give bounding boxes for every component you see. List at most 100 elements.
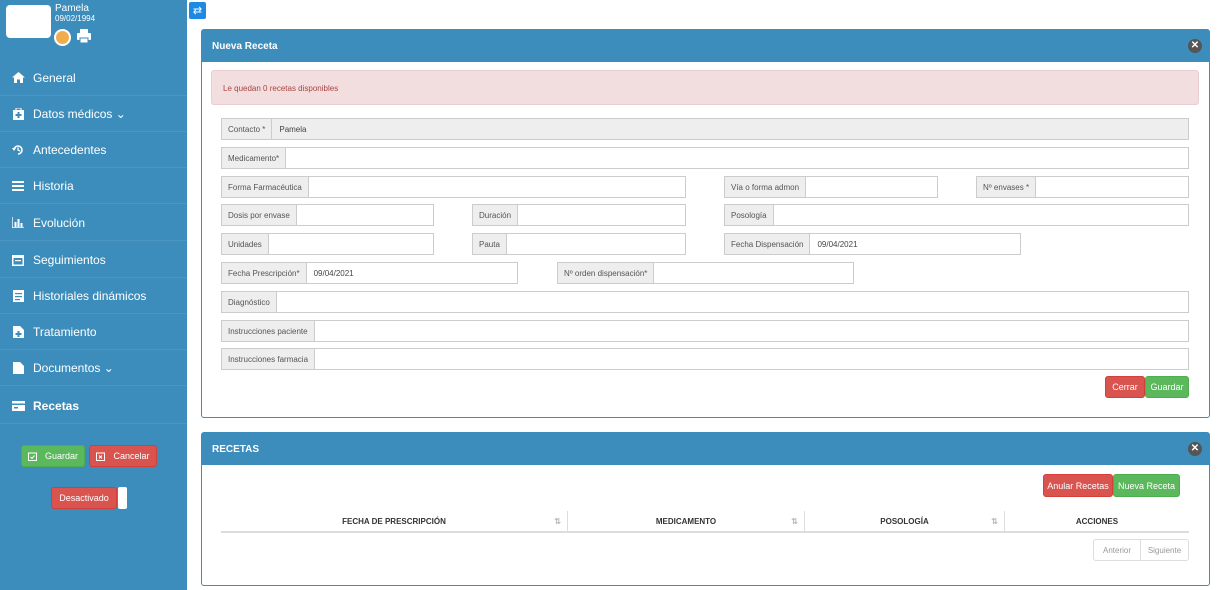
orden-dispensacion-input[interactable]: [654, 263, 853, 283]
field-label: Posología: [725, 205, 774, 225]
field-label: Fecha Prescripción*: [222, 263, 307, 283]
sidebar-item-historiales-dinamicos[interactable]: Historiales dinámicos: [0, 278, 187, 314]
sidebar-item-evolucion[interactable]: Evolución: [0, 205, 187, 241]
field-label: Vía o forma admon: [725, 177, 807, 197]
panel-header: RECETAS ✕: [202, 433, 1209, 465]
dosis-input[interactable]: [296, 205, 433, 225]
dosis-field[interactable]: Dosis por envase: [221, 204, 434, 226]
column-label: ACCIONES: [1075, 516, 1119, 526]
next-page-button[interactable]: Siguiente: [1140, 539, 1189, 561]
fecha-prescripcion-input[interactable]: [306, 263, 517, 283]
close-icon[interactable]: ✕: [1188, 39, 1202, 53]
sidebar-item-documentos[interactable]: Documentos ⌄: [0, 350, 187, 386]
pauta-field[interactable]: Pauta: [472, 233, 686, 255]
sidebar-item-label: Documentos ⌄: [33, 360, 114, 375]
field-label: Contacto *: [222, 119, 273, 139]
forma-farmaceutica-field[interactable]: Forma Farmacéutica: [221, 176, 686, 198]
instrucciones-paciente-field[interactable]: Instrucciones paciente: [221, 320, 1189, 342]
field-label: Pauta: [473, 234, 507, 254]
medicamento-input[interactable]: [286, 148, 1188, 168]
posologia-field[interactable]: Posología: [724, 204, 1189, 226]
sidebar-item-label: Datos médicos ⌄: [33, 106, 126, 121]
duracion-input[interactable]: [518, 205, 685, 225]
sidebar-item-label: Historiales dinámicos: [33, 288, 147, 303]
panel-header: Nueva Receta ✕: [202, 30, 1209, 62]
via-input[interactable]: [806, 177, 937, 197]
fecha-prescripcion-field[interactable]: Fecha Prescripción*: [221, 262, 518, 284]
cancel-label: Cancelar: [113, 451, 150, 461]
calendar-x-icon: [96, 452, 106, 461]
sidebar-item-label: Historia: [33, 178, 74, 193]
contacto-input: [272, 119, 1188, 139]
chart-icon: [11, 217, 25, 229]
sidebar-item-recetas[interactable]: Recetas: [0, 388, 187, 424]
medicamento-field[interactable]: Medicamento*: [221, 147, 1189, 169]
field-label: Instrucciones farmacia: [222, 349, 316, 369]
save-label: Guardar: [44, 451, 79, 461]
sidebar-item-label: Tratamiento: [33, 324, 97, 339]
recetas-available-alert: Le quedan 0 recetas disponibles: [211, 70, 1199, 105]
field-label: Dosis por envase: [222, 205, 297, 225]
toggle-knob[interactable]: [118, 487, 127, 509]
via-field[interactable]: Vía o forma admon: [724, 176, 938, 198]
diagnostico-input[interactable]: [276, 292, 1188, 312]
history-icon: [11, 144, 25, 156]
sidebar-item-datos-medicos[interactable]: Datos médicos ⌄: [0, 96, 187, 132]
envases-input[interactable]: [1036, 177, 1188, 197]
panel-title: RECETAS: [212, 444, 260, 455]
column-label: FECHA DE PRESCRIPCIÓN: [342, 516, 446, 526]
duracion-field[interactable]: Duración: [472, 204, 686, 226]
field-label: Fecha Dispensación: [725, 234, 811, 254]
sidebar-cancel-button[interactable]: Cancelar: [89, 445, 157, 467]
sidebar: Pamela 09/02/1994 General Datos médicos …: [0, 0, 187, 590]
field-label: Instrucciones paciente: [222, 321, 315, 341]
unidades-field[interactable]: Unidades: [221, 233, 434, 255]
file-plus-icon: [11, 325, 25, 338]
fecha-dispensacion-input[interactable]: [810, 234, 1020, 254]
field-label: Unidades: [222, 234, 269, 254]
forma-farmaceutica-input[interactable]: [308, 177, 685, 197]
prescription-icon: [11, 400, 25, 412]
column-header-posologia[interactable]: POSOLOGÍA ⇅: [805, 511, 1005, 533]
contacto-field: Contacto *: [221, 118, 1189, 140]
panel-title: Nueva Receta: [212, 41, 278, 52]
guardar-button[interactable]: Guardar: [1145, 376, 1189, 398]
pauta-input[interactable]: [506, 234, 685, 254]
instrucciones-farmacia-field[interactable]: Instrucciones farmacia: [221, 348, 1189, 370]
previous-page-button[interactable]: Anterior: [1093, 539, 1141, 561]
sidebar-item-seguimientos[interactable]: Seguimientos: [0, 242, 187, 278]
avatar: [6, 5, 51, 38]
column-header-fecha[interactable]: FECHA DE PRESCRIPCIÓN ⇅: [221, 511, 568, 533]
status-toggle[interactable]: Desactivado: [51, 487, 117, 509]
profile-card: Pamela 09/02/1994: [0, 0, 187, 60]
user-avatar-icon[interactable]: [54, 29, 71, 46]
sidebar-item-label: General: [33, 70, 76, 85]
sidebar-item-general[interactable]: General: [0, 60, 187, 96]
fecha-dispensacion-field[interactable]: Fecha Dispensación: [724, 233, 1021, 255]
calendar-icon: [11, 254, 25, 266]
field-label: Duración: [473, 205, 519, 225]
home-icon: [11, 72, 25, 84]
print-icon[interactable]: [76, 28, 92, 44]
nueva-receta-button[interactable]: Nueva Receta: [1113, 474, 1180, 497]
sidebar-item-antecedentes[interactable]: Antecedentes: [0, 132, 187, 168]
field-label: Nº envases *: [977, 177, 1037, 197]
column-header-medicamento[interactable]: MEDICAMENTO ⇅: [568, 511, 805, 533]
instrucciones-farmacia-input[interactable]: [315, 349, 1188, 369]
swap-icon[interactable]: ⇄: [189, 2, 206, 19]
column-label: MEDICAMENTO: [655, 516, 717, 526]
sidebar-item-tratamiento[interactable]: Tratamiento: [0, 314, 187, 350]
anular-recetas-button[interactable]: Anular Recetas: [1043, 474, 1113, 497]
sidebar-save-button[interactable]: Guardar: [21, 445, 85, 467]
envases-field[interactable]: Nº envases *: [976, 176, 1189, 198]
unidades-input[interactable]: [268, 234, 433, 254]
sidebar-item-historia[interactable]: Historia: [0, 168, 187, 204]
sidebar-item-label: Antecedentes: [33, 142, 107, 157]
cerrar-button[interactable]: Cerrar: [1105, 376, 1145, 398]
sidebar-item-label: Evolución: [33, 215, 86, 230]
diagnostico-field[interactable]: Diagnóstico: [221, 291, 1189, 313]
close-icon[interactable]: ✕: [1188, 442, 1202, 456]
orden-dispensacion-field[interactable]: Nº orden dispensación*: [557, 262, 854, 284]
posologia-input[interactable]: [773, 205, 1188, 225]
instrucciones-paciente-input[interactable]: [314, 321, 1188, 341]
